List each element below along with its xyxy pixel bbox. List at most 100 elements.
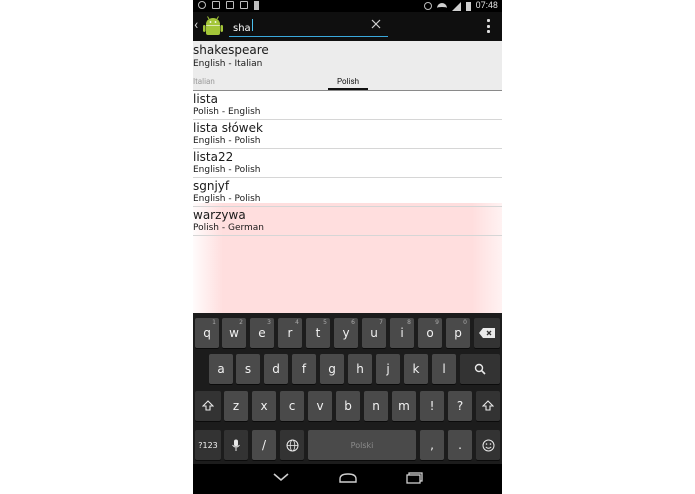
key-label: k — [412, 362, 420, 376]
key-label: / — [261, 438, 267, 452]
search-input[interactable] — [229, 15, 372, 41]
text-cursor — [252, 19, 253, 31]
key-label: ?123 — [198, 440, 218, 450]
entry-word: shakespeare — [193, 43, 269, 57]
list-item[interactable]: warzywa Polish - German — [193, 207, 502, 236]
list-item[interactable]: lista słówek English - Polish — [193, 120, 502, 149]
key-o[interactable]: o9 — [418, 318, 442, 348]
key-hint: 0 — [463, 319, 467, 326]
key-x[interactable]: x — [252, 391, 276, 421]
key-label: p — [454, 326, 462, 340]
key-g[interactable]: g — [320, 354, 344, 384]
back-chevron-icon[interactable]: ‹ — [194, 17, 198, 33]
signal-icon — [451, 1, 461, 11]
key-z[interactable]: z — [224, 391, 248, 421]
status-bar: 07:48 — [193, 0, 502, 12]
key-k[interactable]: k — [404, 354, 428, 384]
key-t[interactable]: t5 — [306, 318, 330, 348]
list-item-word: sgnjyf — [193, 179, 230, 193]
key-label: c — [288, 399, 296, 413]
key-label: f — [301, 362, 307, 376]
key-s[interactable]: s — [236, 354, 260, 384]
key-label: ! — [429, 399, 435, 413]
wifi-icon — [436, 2, 447, 10]
key-hint: 9 — [435, 319, 439, 326]
search-icon — [474, 363, 486, 375]
shift-icon — [482, 400, 494, 411]
list-item-word: lista — [193, 92, 218, 106]
key-hint: 8 — [407, 319, 411, 326]
list-item-pair: English - Polish — [193, 136, 261, 146]
key-h[interactable]: h — [348, 354, 372, 384]
key-label: h — [356, 362, 364, 376]
shift-key-left[interactable] — [195, 391, 221, 421]
key-period[interactable]: . — [448, 430, 472, 460]
key-d[interactable]: d — [264, 354, 288, 384]
key-r[interactable]: r4 — [278, 318, 302, 348]
key-hint: 7 — [379, 319, 383, 326]
key-comma[interactable]: , — [420, 430, 444, 460]
key-e[interactable]: e3 — [250, 318, 274, 348]
key-w[interactable]: w2 — [222, 318, 246, 348]
key-j[interactable]: j — [376, 354, 400, 384]
key-hint: 5 — [323, 319, 327, 326]
box-icon — [240, 1, 248, 9]
language-key[interactable] — [280, 430, 304, 460]
key-b[interactable]: b — [336, 391, 360, 421]
tab-polish[interactable]: Polish — [328, 77, 368, 90]
key-y[interactable]: y6 — [334, 318, 358, 348]
key-a[interactable]: a — [209, 354, 233, 384]
key-u[interactable]: u7 — [362, 318, 386, 348]
key-hint: 1 — [212, 319, 216, 326]
android-app-icon[interactable] — [201, 14, 225, 39]
emoji-key[interactable] — [476, 430, 500, 460]
key-f[interactable]: f — [292, 354, 316, 384]
key-c[interactable]: c — [280, 391, 304, 421]
device-screen: 07:48 ‹ shakespeare Eng — [193, 0, 502, 494]
microphone-key[interactable] — [224, 430, 248, 460]
list-item[interactable]: lista Polish - English — [193, 91, 502, 120]
list-item-pair: Polish - English — [193, 107, 261, 117]
key-label: q — [203, 326, 211, 340]
alarm-clock-icon — [423, 2, 432, 10]
image-icon — [212, 1, 220, 9]
space-key[interactable]: Polski — [308, 430, 416, 460]
key-i[interactable]: i8 — [390, 318, 414, 348]
key-exclamation[interactable]: ! — [420, 391, 444, 421]
shift-key-right[interactable] — [476, 391, 500, 421]
clear-icon[interactable] — [370, 18, 382, 30]
key-q[interactable]: q1 — [195, 318, 219, 348]
current-entry[interactable]: shakespeare English - Italian — [193, 41, 502, 73]
tab-italian[interactable]: Italian — [193, 77, 215, 86]
key-hint: 2 — [239, 319, 243, 326]
list-item[interactable]: lista22 English - Polish — [193, 149, 502, 178]
list-item-pair: English - Polish — [193, 165, 261, 175]
list-item-word: lista słówek — [193, 121, 263, 135]
back-icon[interactable] — [273, 472, 289, 482]
search-box — [229, 15, 388, 41]
key-slash[interactable]: / — [252, 430, 276, 460]
home-icon[interactable] — [338, 472, 358, 484]
key-n[interactable]: n — [364, 391, 388, 421]
key-label: ? — [456, 399, 464, 413]
key-m[interactable]: m — [392, 391, 416, 421]
key-label: x — [260, 399, 268, 413]
list-item-word: lista22 — [193, 150, 234, 164]
search-key[interactable] — [460, 354, 500, 384]
key-v[interactable]: v — [308, 391, 332, 421]
overflow-menu-icon[interactable] — [487, 19, 490, 33]
key-p[interactable]: p0 — [446, 318, 470, 348]
key-label: n — [372, 399, 380, 413]
symbols-key[interactable]: ?123 — [195, 430, 221, 460]
action-bar: ‹ — [193, 12, 502, 41]
list-item-pair: English - Polish — [193, 194, 261, 204]
recent-apps-icon[interactable] — [406, 472, 424, 484]
key-question[interactable]: ? — [448, 391, 472, 421]
backspace-key[interactable] — [474, 318, 500, 348]
key-label: Polski — [350, 440, 374, 450]
list-item[interactable]: sgnjyf English - Polish — [193, 178, 502, 207]
key-hint: 6 — [351, 319, 355, 326]
word-list: lista Polish - English lista słówek Engl… — [193, 91, 502, 236]
cloud-icon — [226, 1, 234, 9]
key-l[interactable]: l — [432, 354, 456, 384]
